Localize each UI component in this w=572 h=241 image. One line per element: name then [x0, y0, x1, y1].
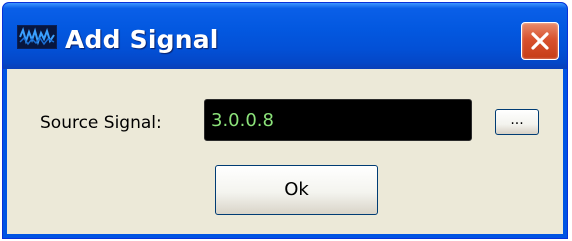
browse-button[interactable]: ...: [495, 109, 539, 135]
waveform-icon: [17, 25, 57, 49]
source-signal-field[interactable]: 3.0.0.8: [204, 99, 472, 141]
ok-button[interactable]: Ok: [215, 165, 378, 215]
dialog-body: Source Signal: 3.0.0.8 ... Ok: [7, 69, 563, 234]
source-signal-label: Source Signal:: [40, 113, 162, 133]
close-icon: [531, 32, 549, 50]
window-title: Add Signal: [65, 25, 219, 54]
close-button[interactable]: [521, 22, 559, 60]
add-signal-dialog: Add Signal Source Signal: 3.0.0.8 ... Ok: [2, 2, 568, 239]
title-bar[interactable]: Add Signal: [3, 3, 567, 69]
